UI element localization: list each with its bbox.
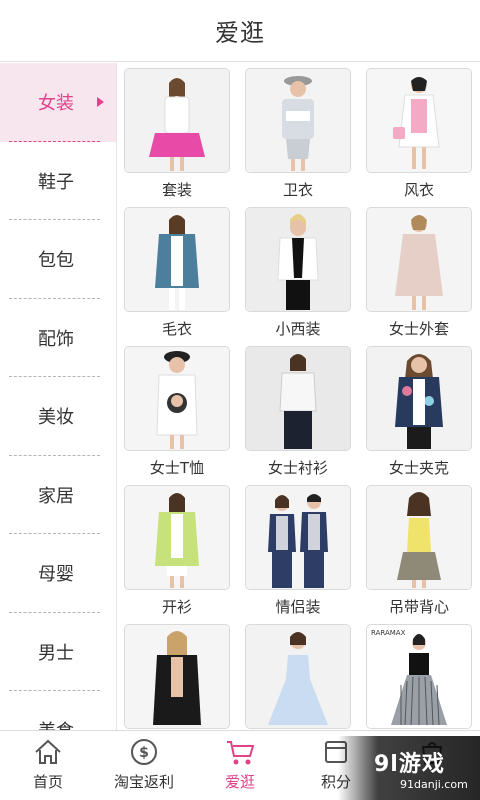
tab-aiguang[interactable]: 爱逛 [192,731,288,800]
grid-item-label: 女士衬衫 [267,459,328,477]
product-photo [124,207,230,312]
sidebar-item-label: 女装 [38,93,74,115]
sidebar-item-label: 母婴 [38,564,74,586]
grid-item-trench-coat[interactable]: 风衣 [360,63,480,202]
product-photo [245,485,351,590]
selected-arrow-icon [97,97,104,108]
svg-text:$: $ [139,745,149,761]
product-photo [124,68,230,173]
grid-item-dress[interactable] [239,619,359,730]
sidebar-item-mens[interactable]: 男士 [0,613,116,692]
product-photo [245,68,351,173]
dollar-coin-icon: $ [129,737,159,767]
product-photo [366,346,472,451]
tab-label: 爱逛 [224,773,255,791]
grid-item-suit[interactable]: 套装 [118,63,238,202]
grid-item-label: 女士T恤 [149,459,205,477]
watermark-logo: 9l游戏 91danji.com [338,736,480,800]
brand-text: RARAMAX [371,629,406,637]
product-photo [124,485,230,590]
grid-item-label: 情侣装 [275,598,321,616]
product-photo [366,485,472,590]
sidebar-item-label: 包包 [38,250,74,272]
grid-item-camisole[interactable]: 吊带背心 [360,480,480,619]
sidebar-item-bags[interactable]: 包包 [0,220,116,299]
product-photo [366,68,472,173]
category-grid: 套装 卫衣 风衣 毛衣 小西装 女士外套 女士T恤 女士衬衫 女士夹克 开衫 情… [118,63,480,730]
product-photo [124,624,230,729]
sidebar-item-label: 配饰 [38,328,74,350]
product-photo: RARAMAX [366,624,472,729]
sidebar-item-food[interactable]: 美食 [0,691,116,730]
grid-item-label: 毛衣 [161,320,192,338]
sidebar-item-label: 鞋子 [38,171,74,193]
product-photo [245,207,351,312]
sidebar-item-shoes[interactable]: 鞋子 [0,142,116,221]
grid-item-label: 女士外套 [388,320,449,338]
grid-item-leather-jacket[interactable] [118,619,238,730]
grid-item-womens-jacket[interactable]: 女士夹克 [360,341,480,480]
sidebar-item-label: 家居 [38,485,74,507]
tab-taobao-rebate[interactable]: $ 淘宝返利 [96,731,192,800]
sidebar-item-beauty[interactable]: 美妆 [0,377,116,456]
watermark-url: 91danji.com [400,778,468,791]
sidebar-item-womens[interactable]: 女装 [0,63,116,142]
sidebar-item-home[interactable]: 家居 [0,456,116,535]
sidebar-item-label: 男士 [38,642,74,664]
grid-item-label: 女士夹克 [388,459,449,477]
grid-item-blazer[interactable]: 小西装 [239,202,359,341]
grid-item-sweater[interactable]: 毛衣 [118,202,238,341]
product-photo [366,207,472,312]
grid-item-womens-shirt[interactable]: 女士衬衫 [239,341,359,480]
product-photo [124,346,230,451]
grid-item-label: 风衣 [403,181,434,199]
grid-item-womens-tshirt[interactable]: 女士T恤 [118,341,238,480]
sidebar-item-baby[interactable]: 母婴 [0,534,116,613]
grid-item-label: 套装 [161,181,192,199]
grid-item-pleated-skirt[interactable]: RARAMAX [360,619,480,730]
grid-item-cardigan[interactable]: 开衫 [118,480,238,619]
app-header: 爱逛 [0,0,480,62]
grid-item-couple-outfits[interactable]: 情侣装 [239,480,359,619]
grid-item-label: 开衫 [161,598,192,616]
grid-item-label: 吊带背心 [388,598,449,616]
tab-label: 淘宝返利 [113,773,174,791]
grid-item-womens-coat[interactable]: 女士外套 [360,202,480,341]
product-photo [245,624,351,729]
grid-item-hoodie[interactable]: 卫衣 [239,63,359,202]
product-photo [245,346,351,451]
watermark-text: 9l游戏 [374,752,445,777]
page-title: 爱逛 [215,19,265,47]
sidebar-item-accessories[interactable]: 配饰 [0,299,116,378]
tab-label: 首页 [32,773,63,791]
grid-item-label: 小西装 [275,320,321,338]
shopping-cart-icon [225,737,255,767]
sidebar-item-label: 美妆 [38,407,74,429]
category-sidebar: 女装 鞋子 包包 配饰 美妆 家居 母婴 男士 美食 [0,63,117,730]
grid-item-label: 卫衣 [282,181,313,199]
tab-home[interactable]: 首页 [0,731,96,800]
home-icon [33,737,63,767]
sidebar-item-label: 美食 [38,717,74,730]
